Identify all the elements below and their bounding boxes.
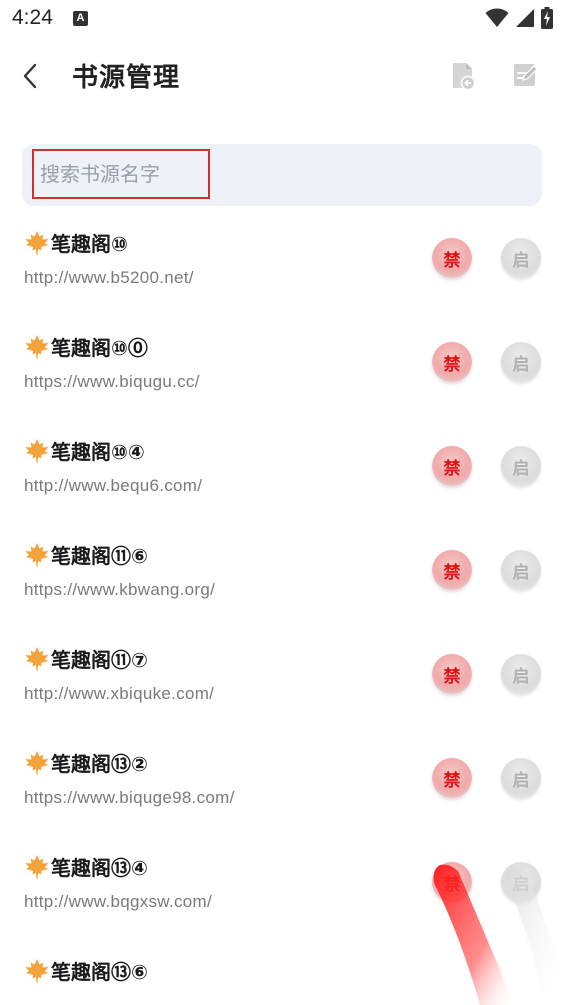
disable-button[interactable]: 禁	[432, 654, 472, 694]
disable-button[interactable]: 禁	[432, 758, 472, 798]
import-file-icon	[453, 63, 476, 91]
disable-button[interactable]: 禁	[432, 238, 472, 278]
maple-leaf-icon	[25, 439, 49, 463]
disable-button[interactable]: 禁	[432, 862, 472, 902]
search-bar	[22, 144, 542, 206]
enable-button[interactable]: 启	[501, 238, 541, 278]
list-item[interactable]: 笔趣阁⑬④ http://www.bqgxsw.com/ 禁 启	[0, 840, 565, 944]
maple-leaf-icon	[25, 231, 49, 255]
disable-button[interactable]: 禁	[432, 550, 472, 590]
source-name: 笔趣阁⑪⑦	[51, 648, 148, 672]
import-button[interactable]	[448, 60, 478, 92]
source-list: 笔趣阁⑩ http://www.b5200.net/ 禁 启 笔趣阁⑩⓪ htt…	[0, 216, 565, 1005]
enable-button[interactable]: 启	[501, 446, 541, 486]
list-item[interactable]: 笔趣阁⑪⑦ http://www.xbiquke.com/ 禁 启	[0, 632, 565, 736]
source-url: http://www.bequ6.com/	[24, 476, 203, 495]
enable-button[interactable]: 启	[501, 654, 541, 694]
enable-button[interactable]: 启	[501, 758, 541, 798]
list-item[interactable]: 笔趣阁⑬⑥	[0, 944, 565, 1005]
page-title: 书源管理	[72, 63, 181, 93]
enable-button[interactable]: 启	[501, 342, 541, 382]
source-name: 笔趣阁⑬⑥	[51, 960, 148, 984]
source-url: http://www.xbiquke.com/	[24, 684, 215, 703]
source-url: https://www.biquge98.com/	[24, 788, 235, 807]
source-url: http://www.b5200.net/	[24, 268, 194, 287]
source-url: http://www.bqgxsw.com/	[24, 892, 213, 911]
enable-button[interactable]: 启	[501, 862, 541, 902]
list-item[interactable]: 笔趣阁⑬② https://www.biquge98.com/ 禁 启	[0, 736, 565, 840]
notification-badge-icon: A	[73, 11, 88, 26]
edit-note-icon	[514, 64, 538, 86]
maple-leaf-icon	[25, 855, 49, 879]
status-icons	[485, 7, 553, 29]
battery-charging-icon	[541, 7, 553, 29]
list-item[interactable]: 笔趣阁⑪⑥ https://www.kbwang.org/ 禁 启	[0, 528, 565, 632]
maple-leaf-icon	[25, 751, 49, 775]
wifi-icon	[485, 8, 509, 27]
disable-button[interactable]: 禁	[432, 342, 472, 382]
edit-button[interactable]	[510, 59, 540, 91]
status-bar: 4:24 A	[0, 0, 565, 38]
source-url: https://www.kbwang.org/	[24, 580, 216, 599]
list-item[interactable]: 笔趣阁⑩④ http://www.bequ6.com/ 禁 启	[0, 424, 565, 528]
disable-button[interactable]: 禁	[432, 446, 472, 486]
maple-leaf-icon	[25, 959, 49, 983]
maple-leaf-icon	[25, 647, 49, 671]
source-name: 笔趣阁⑬④	[51, 856, 148, 880]
list-item[interactable]: 笔趣阁⑩ http://www.b5200.net/ 禁 启	[0, 216, 565, 320]
status-time: 4:24	[12, 6, 53, 29]
chevron-left-icon	[23, 63, 37, 89]
source-name: 笔趣阁⑩⓪	[51, 336, 148, 360]
signal-icon	[516, 9, 534, 27]
source-name: 笔趣阁⑪⑥	[51, 544, 148, 568]
back-button[interactable]	[14, 58, 46, 94]
list-item[interactable]: 笔趣阁⑩⓪ https://www.biqugu.cc/ 禁 启	[0, 320, 565, 424]
app-bar: 书源管理	[0, 38, 565, 114]
enable-button[interactable]: 启	[501, 550, 541, 590]
source-name: 笔趣阁⑩	[51, 232, 128, 256]
maple-leaf-icon	[25, 543, 49, 567]
search-input[interactable]	[32, 149, 210, 199]
source-url: https://www.biqugu.cc/	[24, 372, 200, 391]
source-name: 笔趣阁⑬②	[51, 752, 148, 776]
source-name: 笔趣阁⑩④	[51, 440, 145, 464]
maple-leaf-icon	[25, 335, 49, 359]
